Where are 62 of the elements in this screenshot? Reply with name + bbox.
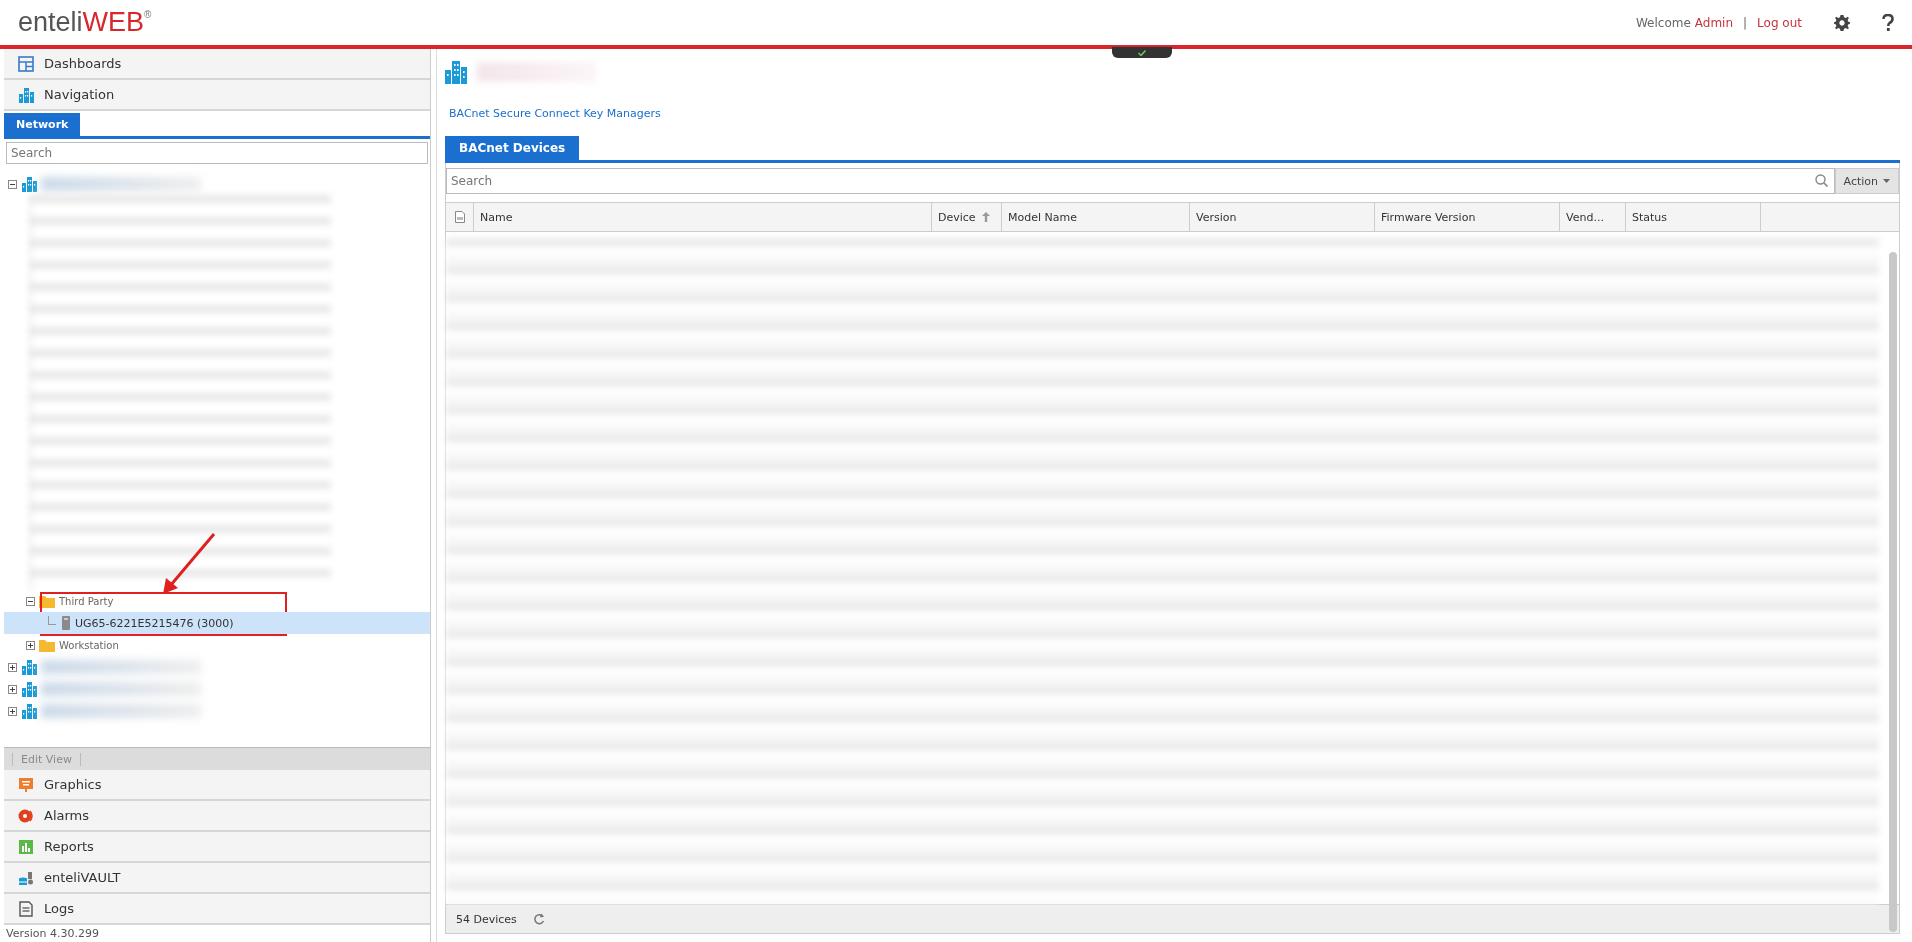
database-icon [18,869,34,886]
tree-item[interactable]: UG65-6221E5215476 (3000) [75,616,234,630]
caret-icon [1883,179,1890,183]
column-header[interactable]: Model Name [1002,203,1190,231]
scrollbar[interactable] [1889,252,1897,932]
alarm-icon [18,807,34,824]
expand-icon[interactable] [8,662,17,672]
settings-icon[interactable] [1834,14,1850,31]
expand-icon[interactable] [8,706,17,716]
expand-icon[interactable] [8,684,17,694]
document-icon [18,900,34,917]
building-icon [18,86,34,103]
nav-item[interactable]: Logs [4,894,430,925]
csv-icon [454,211,465,223]
sort-up-icon [981,212,990,222]
building-icon [21,659,37,675]
building-icon [21,176,37,192]
nav-item[interactable]: Reports [4,832,430,863]
version-text: Version 4.30.299 [5,926,100,942]
search-icon [1814,174,1828,187]
search-field[interactable]: Search [446,168,1835,194]
nav-item[interactable]: Graphics [4,770,430,801]
separator-text: | [1743,15,1748,30]
building-icon [21,703,37,719]
nav-item[interactable]: Navigation [4,80,430,111]
user-link[interactable]: Admin [1694,15,1734,30]
column-header[interactable]: Vend... [1560,203,1626,231]
column-header[interactable]: Status [1626,203,1761,231]
tab[interactable]: Network [4,113,81,136]
column-header[interactable]: Device [932,203,1002,231]
help-icon[interactable] [1882,13,1894,32]
tab[interactable]: BACnet Devices [445,136,580,160]
welcome-text: Welcome [1635,15,1691,30]
monitor-icon [18,776,34,793]
collapse-icon[interactable] [26,596,35,606]
dashboard-icon [18,55,34,72]
pull-down-tab[interactable] [1112,47,1172,58]
tree-connector-icon [48,615,56,625]
column-header[interactable]: Version [1190,203,1375,231]
nav-item[interactable]: enteliVAULT [4,863,430,894]
action-button[interactable]: Action [1834,168,1899,194]
key-managers-link[interactable]: BACnet Secure Connect Key Managers [449,107,1900,120]
logout-link[interactable]: Log out [1757,15,1802,30]
nav-item[interactable]: Alarms [4,801,430,832]
selected-row[interactable]: UG65-6221E5215476 (3000) [4,612,430,634]
search-field[interactable]: Search [6,142,428,164]
tree-item[interactable]: Workstation [59,639,119,651]
expand-icon[interactable] [26,640,35,650]
product-logo: enteliWEB$^{®}$ [18,7,152,38]
nav-item[interactable]: Dashboards [4,49,430,80]
device-count: 54 Devices [456,912,517,926]
collapse-icon[interactable] [8,179,17,189]
folder-icon [39,638,55,652]
building-icon [445,60,467,84]
column-header[interactable]: Name [474,203,932,231]
column-header[interactable]: Firmware Version [1375,203,1560,231]
tree-item[interactable]: Third Party [59,595,114,607]
refresh-icon[interactable] [532,913,545,925]
chart-icon [18,838,34,855]
device-icon [61,616,71,630]
building-icon [21,681,37,697]
check-icon [1138,49,1146,56]
